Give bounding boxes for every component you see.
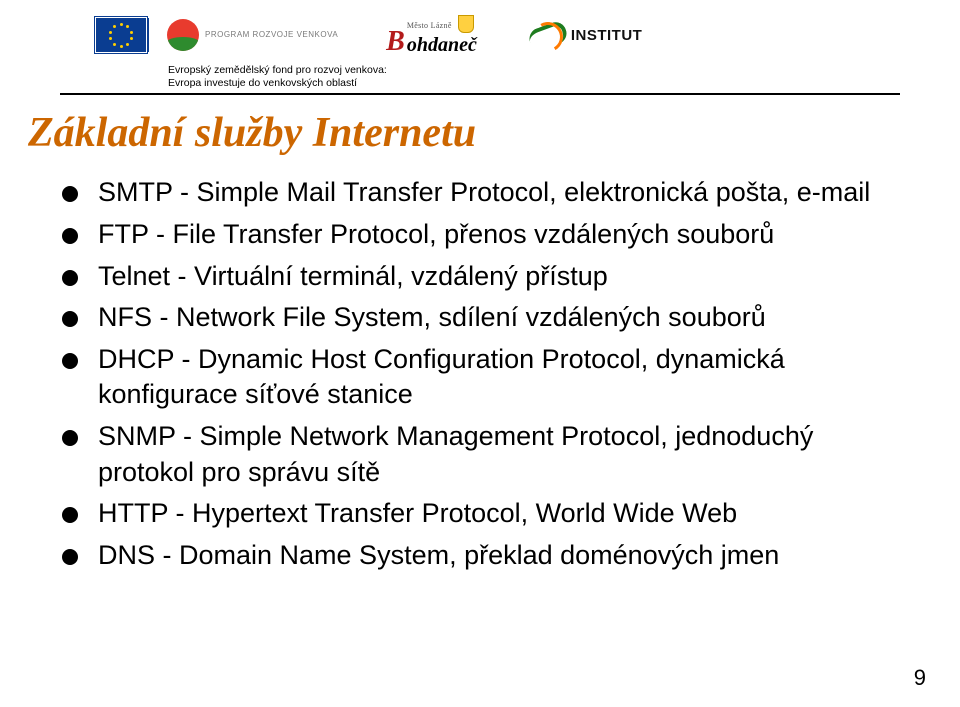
bohdanec-city-label: Město Lázně (407, 21, 452, 30)
prv-circle-icon (167, 19, 199, 51)
bohdanec-emblem-icon (458, 15, 474, 33)
prv-logo: PROGRAM ROZVOJE VENKOVA (167, 19, 338, 51)
list-item: DNS - Domain Name System, překlad doméno… (62, 538, 900, 574)
list-item: FTP - File Transfer Protocol, přenos vzd… (62, 217, 900, 253)
bohdanec-text: Město Lázně ohdaneč (407, 15, 477, 55)
list-item: SNMP - Simple Network Management Protoco… (62, 419, 900, 490)
content-area: SMTP - Simple Mail Transfer Protocol, el… (62, 175, 900, 573)
prv-label: PROGRAM ROZVOJE VENKOVA (205, 31, 338, 39)
fund-line2: Evropa investuje do venkovských oblastí (168, 77, 960, 90)
divider-icon (147, 18, 149, 52)
institut-mark-icon (529, 22, 567, 48)
institut-label: INSTITUT (571, 27, 643, 44)
logo-row: PROGRAM ROZVOJE VENKOVA B Město Lázně oh… (0, 0, 960, 62)
list-item: HTTP - Hypertext Transfer Protocol, Worl… (62, 496, 900, 532)
list-item: SMTP - Simple Mail Transfer Protocol, el… (62, 175, 900, 211)
list-item: DHCP - Dynamic Host Configuration Protoc… (62, 342, 900, 413)
bohdanec-logo: B Město Lázně ohdaneč (386, 15, 477, 55)
institut-logo: INSTITUT (529, 22, 643, 48)
page-title: Základní služby Internetu (28, 109, 960, 157)
header-rule (60, 93, 900, 95)
fund-caption: Evropský zemědělský fond pro rozvoj venk… (168, 64, 960, 90)
slide: PROGRAM ROZVOJE VENKOVA B Město Lázně oh… (0, 0, 960, 707)
bohdanec-b-icon: B (386, 26, 405, 58)
bohdanec-name: ohdaneč (407, 34, 477, 56)
fund-line1: Evropský zemědělský fond pro rozvoj venk… (168, 64, 960, 77)
eu-stars-icon (109, 23, 133, 47)
list-item: Telnet - Virtuální terminál, vzdálený př… (62, 259, 900, 295)
eu-flag-icon (95, 17, 147, 53)
eu-logo (95, 17, 149, 53)
page-number: 9 (914, 665, 926, 691)
list-item: NFS - Network File System, sdílení vzdál… (62, 300, 900, 336)
bullet-list: SMTP - Simple Mail Transfer Protocol, el… (62, 175, 900, 573)
